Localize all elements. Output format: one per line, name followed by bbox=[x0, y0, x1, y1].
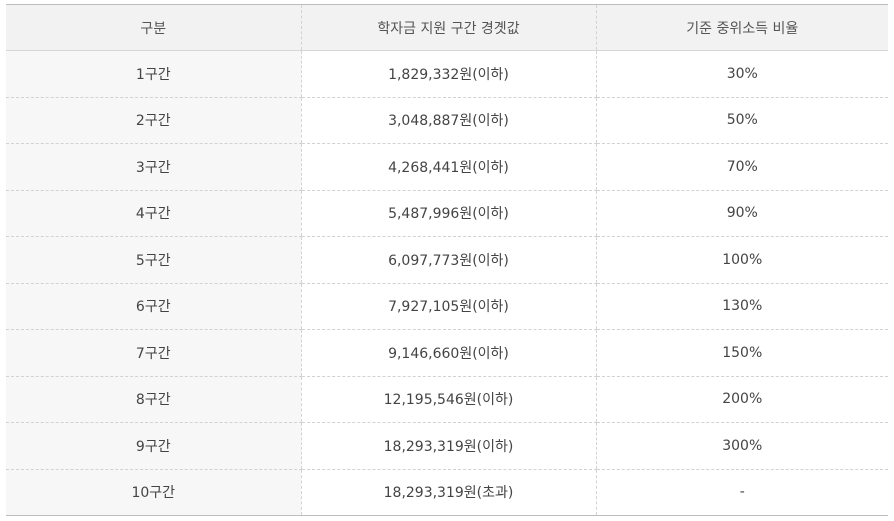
ratio-cell: 30% bbox=[595, 50, 888, 98]
threshold-cell: 18,293,319원(초과) bbox=[300, 469, 596, 516]
ratio-cell: 50% bbox=[595, 97, 888, 144]
threshold-cell: 1,829,332원(이하) bbox=[300, 50, 596, 98]
table-row: 7구간 9,146,660원(이하) 150% bbox=[6, 329, 888, 377]
section-cell: 10구간 bbox=[6, 469, 301, 516]
threshold-cell: 4,268,441원(이하) bbox=[300, 143, 596, 191]
table-row: 10구간 18,293,319원(초과) - bbox=[6, 469, 888, 516]
table-header: 구분 학자금 지원 구간 경곗값 기준 중위소득 비율 bbox=[6, 4, 888, 51]
header-row: 구분 학자금 지원 구간 경곗값 기준 중위소득 비율 bbox=[6, 4, 888, 51]
header-ratio: 기준 중위소득 비율 bbox=[595, 4, 888, 51]
table-row: 3구간 4,268,441원(이하) 70% bbox=[6, 143, 888, 191]
table-row: 9구간 18,293,319원(이하) 300% bbox=[6, 422, 888, 470]
threshold-cell: 12,195,546원(이하) bbox=[300, 376, 596, 423]
section-cell: 9구간 bbox=[6, 422, 301, 470]
ratio-cell: 300% bbox=[595, 422, 888, 470]
section-cell: 4구간 bbox=[6, 190, 301, 237]
section-cell: 6구간 bbox=[6, 283, 301, 330]
threshold-cell: 3,048,887원(이하) bbox=[300, 97, 596, 144]
ratio-cell: 200% bbox=[595, 376, 888, 423]
ratio-cell: 100% bbox=[595, 236, 888, 284]
table-row: 6구간 7,927,105원(이하) 130% bbox=[6, 283, 888, 330]
section-cell: 1구간 bbox=[6, 50, 301, 98]
table-row: 8구간 12,195,546원(이하) 200% bbox=[6, 376, 888, 423]
header-section: 구분 bbox=[6, 4, 301, 51]
header-threshold: 학자금 지원 구간 경곗값 bbox=[300, 4, 596, 51]
threshold-cell: 18,293,319원(이하) bbox=[300, 422, 596, 470]
threshold-cell: 5,487,996원(이하) bbox=[300, 190, 596, 237]
section-cell: 8구간 bbox=[6, 376, 301, 423]
support-bracket-table: 구분 학자금 지원 구간 경곗값 기준 중위소득 비율 1구간 1,829,33… bbox=[6, 4, 888, 516]
threshold-cell: 9,146,660원(이하) bbox=[300, 329, 596, 377]
ratio-cell: - bbox=[595, 469, 888, 516]
section-cell: 7구간 bbox=[6, 329, 301, 377]
threshold-cell: 6,097,773원(이하) bbox=[300, 236, 596, 284]
table-body: 1구간 1,829,332원(이하) 30% 2구간 3,048,887원(이하… bbox=[6, 50, 888, 516]
ratio-cell: 70% bbox=[595, 143, 888, 191]
table-row: 4구간 5,487,996원(이하) 90% bbox=[6, 190, 888, 237]
ratio-cell: 150% bbox=[595, 329, 888, 377]
section-cell: 5구간 bbox=[6, 236, 301, 284]
support-bracket-table-container: 구분 학자금 지원 구간 경곗값 기준 중위소득 비율 1구간 1,829,33… bbox=[6, 4, 888, 516]
table-row: 2구간 3,048,887원(이하) 50% bbox=[6, 97, 888, 144]
table-row: 1구간 1,829,332원(이하) 30% bbox=[6, 50, 888, 98]
table-row: 5구간 6,097,773원(이하) 100% bbox=[6, 236, 888, 284]
ratio-cell: 90% bbox=[595, 190, 888, 237]
section-cell: 3구간 bbox=[6, 143, 301, 191]
section-cell: 2구간 bbox=[6, 97, 301, 144]
threshold-cell: 7,927,105원(이하) bbox=[300, 283, 596, 330]
ratio-cell: 130% bbox=[595, 283, 888, 330]
